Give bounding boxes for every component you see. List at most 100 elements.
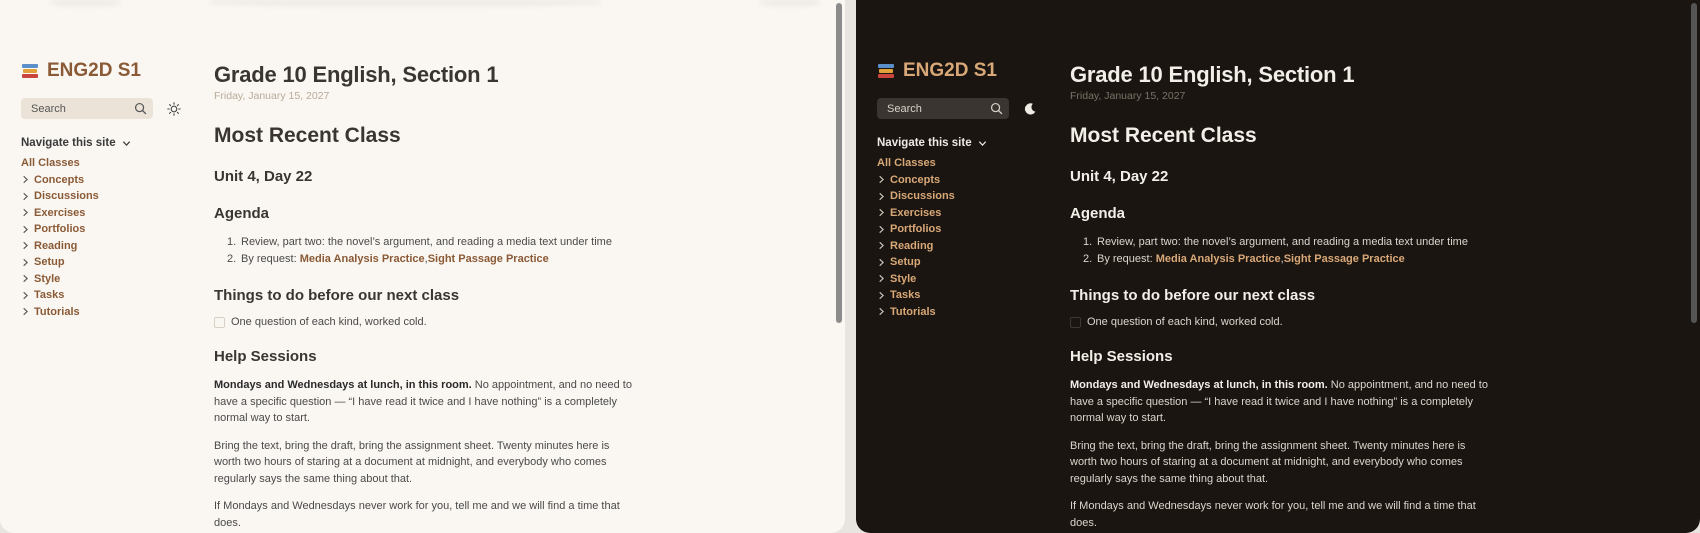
nav-toggle[interactable]: Navigate this site [21, 137, 201, 149]
search-row: Search [877, 98, 1057, 119]
nav-list: All Classes Concepts Discussions Exercis… [877, 155, 1057, 320]
sight-passage-practice-link[interactable]: Sight Passage Practice [1284, 253, 1405, 265]
chevron-right-icon[interactable] [21, 225, 30, 234]
todo-checkbox[interactable] [1070, 316, 1081, 328]
site-title[interactable]: ENG2D S1 [877, 60, 1057, 82]
top-shadow [210, 0, 600, 6]
chevron-right-icon[interactable] [877, 208, 886, 217]
chevron-right-icon[interactable] [21, 175, 30, 184]
heading-most-recent-class: Most Recent Class [1070, 124, 1257, 147]
help-paragraph: Mondays and Wednesdays at lunch, in this… [1070, 379, 1488, 424]
nav-item-style[interactable]: Style [21, 271, 201, 288]
top-shadow [760, 0, 820, 6]
chevron-right-icon[interactable] [877, 241, 886, 250]
search-icon[interactable] [990, 102, 1003, 115]
nav-item-reading[interactable]: Reading [21, 238, 201, 255]
chevron-right-icon[interactable] [21, 258, 30, 267]
chevron-right-icon[interactable] [877, 192, 886, 201]
scrollbar[interactable] [836, 3, 842, 323]
heading-things-to-do: Things to do before our next class [1070, 287, 1316, 304]
page-date: Friday, January 15, 2027 [1070, 90, 1186, 102]
books-icon [21, 62, 39, 80]
nav-item-concepts[interactable]: Concepts [21, 172, 201, 189]
chevron-right-icon[interactable] [21, 192, 30, 201]
search-placeholder: Search [31, 102, 66, 115]
nav-item-tasks[interactable]: Tasks [21, 287, 201, 304]
help-paragraph: Mondays and Wednesdays at lunch, in this… [214, 379, 632, 424]
todo-text: One question of each kind, worked cold. [1087, 316, 1283, 328]
chevron-down-icon [122, 140, 130, 146]
nav-title-text: Navigate this site [877, 137, 972, 149]
site-title-text: ENG2D S1 [903, 60, 997, 81]
agenda-item: 2. By request: Media Analysis Practice, S… [1083, 252, 1405, 265]
agenda-item: 2. By request: Media Analysis Practice, S… [227, 252, 549, 265]
nav-item-setup[interactable]: Setup [877, 254, 1057, 271]
main-content: Grade 10 English, Section 1 Friday, Janu… [1070, 62, 1490, 531]
heading-help-sessions: Help Sessions [1070, 348, 1173, 365]
nav-item-exercises[interactable]: Exercises [877, 205, 1057, 222]
agenda-item: 1. Review, part two: the novel’s argument… [1083, 236, 1468, 249]
heading-agenda: Agenda [214, 205, 270, 222]
nav-item-all-classes[interactable]: All Classes [877, 155, 1057, 172]
agenda-list: 1. Review, part two: the novel’s argument… [214, 234, 634, 267]
nav-item-reading[interactable]: Reading [877, 238, 1057, 255]
moon-icon[interactable] [1023, 102, 1037, 116]
help-paragraph: Bring the text, bring the draft, bring t… [214, 439, 610, 485]
todo-item: One question of each kind, worked cold. [1070, 316, 1490, 328]
nav-item-all-classes[interactable]: All Classes [21, 155, 201, 172]
nav-list: All Classes Concepts Discussions Exercis… [21, 155, 201, 320]
nav-item-discussions[interactable]: Discussions [877, 188, 1057, 205]
search-input[interactable]: Search [21, 98, 153, 119]
chevron-right-icon[interactable] [21, 208, 30, 217]
chevron-right-icon[interactable] [877, 291, 886, 300]
nav-item-portfolios[interactable]: Portfolios [877, 221, 1057, 238]
search-input[interactable]: Search [877, 98, 1009, 119]
nav-toggle[interactable]: Navigate this site [877, 137, 1057, 149]
site-title-text: ENG2D S1 [47, 60, 141, 81]
chevron-right-icon[interactable] [877, 258, 886, 267]
sun-icon[interactable] [167, 101, 181, 116]
search-icon[interactable] [134, 102, 147, 115]
chevron-right-icon[interactable] [21, 307, 30, 316]
light-theme-window: ENG2D S1 Search Navigate this site All C… [0, 0, 845, 533]
chevron-right-icon[interactable] [877, 175, 886, 184]
chevron-right-icon[interactable] [877, 307, 886, 316]
agenda-list: 1. Review, part two: the novel’s argument… [1070, 234, 1490, 267]
nav-item-style[interactable]: Style [877, 271, 1057, 288]
nav-item-portfolios[interactable]: Portfolios [21, 221, 201, 238]
chevron-right-icon[interactable] [21, 241, 30, 250]
chevron-right-icon[interactable] [877, 225, 886, 234]
search-row: Search [21, 98, 201, 119]
books-icon [877, 62, 895, 80]
nav-title-text: Navigate this site [21, 137, 116, 149]
sight-passage-practice-link[interactable]: Sight Passage Practice [428, 253, 549, 265]
site-title[interactable]: ENG2D S1 [21, 60, 201, 82]
chevron-right-icon[interactable] [21, 274, 30, 283]
chevron-down-icon [978, 140, 986, 146]
chevron-right-icon[interactable] [21, 291, 30, 300]
sidebar: ENG2D S1 Search Navigate this site All C… [877, 60, 1057, 320]
scrollbar[interactable] [1691, 3, 1697, 323]
nav-item-setup[interactable]: Setup [21, 254, 201, 271]
chevron-right-icon[interactable] [877, 274, 886, 283]
search-placeholder: Search [887, 102, 922, 115]
todo-item: One question of each kind, worked cold. [214, 316, 634, 328]
heading-agenda: Agenda [1070, 205, 1126, 222]
media-analysis-practice-link[interactable]: Media Analysis Practice [1156, 253, 1281, 265]
nav-item-tutorials[interactable]: Tutorials [21, 304, 201, 321]
help-paragraph: If Mondays and Wednesdays never work for… [214, 500, 620, 529]
help-paragraph: Bring the text, bring the draft, bring t… [1070, 439, 1466, 485]
top-shadow [50, 0, 120, 6]
heading-help-sessions: Help Sessions [214, 348, 317, 365]
page-title: Grade 10 English, Section 1 [1070, 62, 1355, 87]
nav-item-concepts[interactable]: Concepts [877, 172, 1057, 189]
main-content: Grade 10 English, Section 1 Friday, Janu… [214, 62, 634, 531]
nav-item-exercises[interactable]: Exercises [21, 205, 201, 222]
media-analysis-practice-link[interactable]: Media Analysis Practice [300, 253, 425, 265]
nav-item-tasks[interactable]: Tasks [877, 287, 1057, 304]
sidebar: ENG2D S1 Search Navigate this site All C… [21, 60, 201, 320]
todo-checkbox[interactable] [214, 316, 225, 328]
page-date: Friday, January 15, 2027 [214, 90, 330, 102]
nav-item-tutorials[interactable]: Tutorials [877, 304, 1057, 321]
nav-item-discussions[interactable]: Discussions [21, 188, 201, 205]
